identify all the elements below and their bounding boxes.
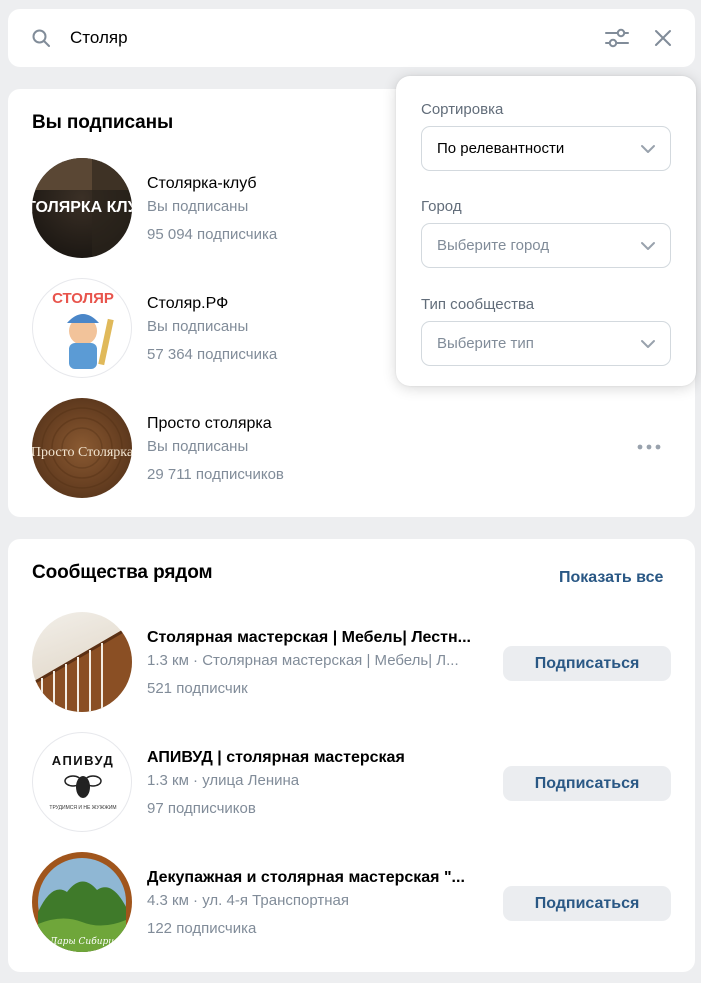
svg-text:Просто Столярка: Просто Столярка: [32, 445, 132, 460]
city-label: Город: [421, 198, 462, 215]
chevron-down-icon: [641, 340, 655, 348]
list-item[interactable]: Столярная мастерская | Мебель| Лестн... …: [32, 612, 672, 712]
type-select[interactable]: Выберите тип: [421, 321, 671, 366]
group-name[interactable]: Столярная мастерская | Мебель| Лестн...: [147, 628, 471, 648]
filter-panel: Сортировка По релевантности Город Выбери…: [396, 76, 696, 386]
group-members: 29 711 подписчиков: [147, 466, 284, 483]
search-bar[interactable]: Столяр: [8, 9, 695, 67]
group-members: 97 подписчиков: [147, 800, 256, 817]
group-name[interactable]: Столяр.РФ: [147, 294, 228, 314]
show-all-link[interactable]: Показать все: [559, 568, 663, 588]
group-location: 4.3 км · ул. 4-я Транспортная: [147, 892, 349, 909]
nearby-section: Сообщества рядом Показать все Столярная …: [8, 539, 695, 972]
subscribe-button[interactable]: Подписаться: [503, 886, 671, 921]
more-options-icon[interactable]: [635, 441, 663, 453]
group-members: 521 подписчик: [147, 680, 248, 697]
group-location: 1.3 км · улица Ленина: [147, 772, 300, 789]
avatar: АПИВУД ТРУДИМСЯ И НЕ ЖУЖЖИМ: [32, 732, 132, 832]
avatar: СТОЛЯРКА КЛУБ: [32, 158, 132, 258]
list-item[interactable]: Дары Сибири Декупажная и столярная масте…: [32, 852, 672, 952]
sort-value: По релевантности: [437, 140, 565, 157]
group-name[interactable]: АПИВУД | столярная мастерская: [147, 748, 405, 768]
group-status: Вы подписаны: [147, 438, 249, 455]
group-members: 57 364 подписчика: [147, 346, 278, 363]
section-title: Вы подписаны: [32, 112, 174, 133]
svg-text:ТРУДИМСЯ И НЕ ЖУЖЖИМ: ТРУДИМСЯ И НЕ ЖУЖЖИМ: [49, 805, 116, 811]
search-icon: [32, 29, 50, 47]
avatar: Просто Столярка: [32, 398, 132, 498]
sort-select[interactable]: По релевантности: [421, 126, 671, 171]
section-title: Сообщества рядом: [32, 562, 213, 583]
close-icon[interactable]: [653, 28, 673, 48]
group-name[interactable]: Декупажная и столярная мастерская "...: [147, 868, 465, 888]
chevron-down-icon: [641, 145, 655, 153]
avatar: СТОЛЯР: [32, 278, 132, 378]
type-placeholder: Выберите тип: [437, 335, 534, 352]
group-status: Вы подписаны: [147, 198, 249, 215]
city-select[interactable]: Выберите город: [421, 223, 671, 268]
group-members: 122 подписчика: [147, 920, 257, 937]
group-status: Вы подписаны: [147, 318, 249, 335]
svg-text:АПИВУД: АПИВУД: [52, 753, 115, 768]
svg-text:Дары Сибири: Дары Сибири: [49, 936, 114, 947]
avatar: Дары Сибири: [32, 852, 132, 952]
group-name[interactable]: Столярка-клуб: [147, 174, 257, 194]
chevron-down-icon: [641, 242, 655, 250]
list-item[interactable]: Просто Столярка Просто столярка Вы подпи…: [32, 398, 672, 498]
filter-sliders-icon[interactable]: [604, 26, 630, 50]
search-input[interactable]: Столяр: [70, 28, 128, 48]
svg-text:СТОЛЯРКА КЛУБ: СТОЛЯРКА КЛУБ: [32, 199, 132, 216]
type-label: Тип сообщества: [421, 296, 535, 313]
avatar: [32, 612, 132, 712]
group-location: 1.3 км · Столярная мастерская | Мебель| …: [147, 652, 459, 669]
svg-text:СТОЛЯР: СТОЛЯР: [52, 290, 114, 307]
list-item[interactable]: АПИВУД ТРУДИМСЯ И НЕ ЖУЖЖИМ АПИВУД | сто…: [32, 732, 672, 832]
subscribe-button[interactable]: Подписаться: [503, 766, 671, 801]
city-placeholder: Выберите город: [437, 237, 550, 254]
sort-label: Сортировка: [421, 101, 504, 118]
group-members: 95 094 подписчика: [147, 226, 278, 243]
group-name[interactable]: Просто столярка: [147, 414, 272, 434]
subscribe-button[interactable]: Подписаться: [503, 646, 671, 681]
